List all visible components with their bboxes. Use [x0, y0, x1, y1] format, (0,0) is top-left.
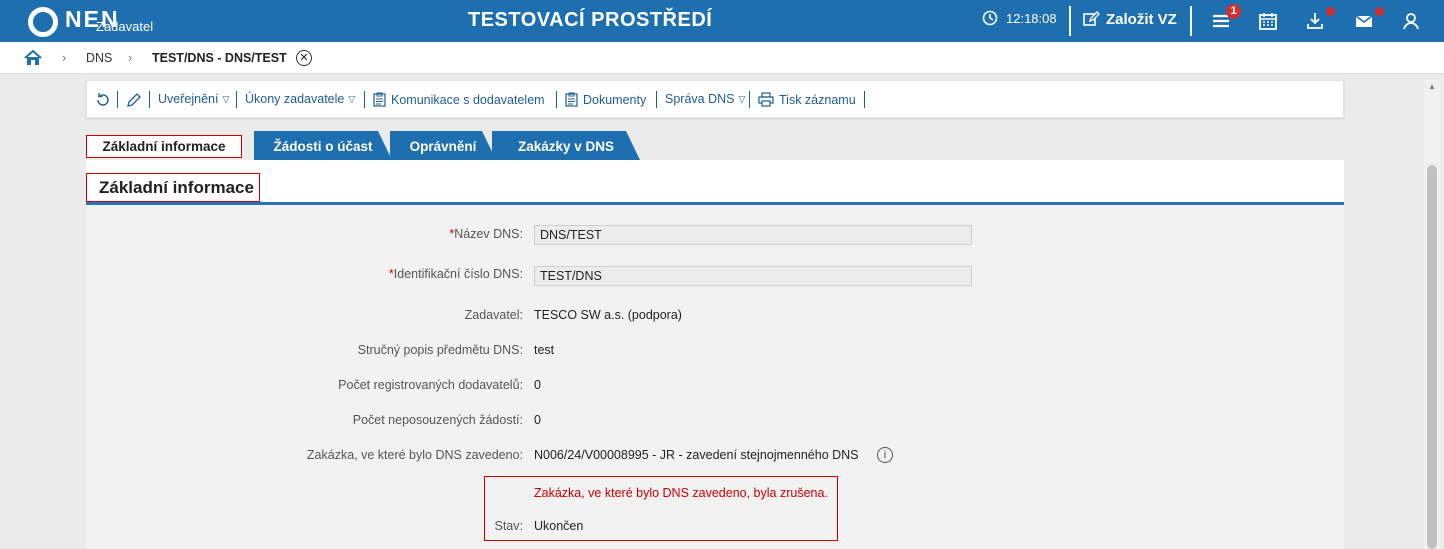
contracting-label: Zadavatel:	[464, 308, 523, 322]
create-tender-label: Založit VZ	[1106, 10, 1177, 28]
divider	[149, 91, 150, 108]
environment-title: TESTOVACÍ PROSTŘEDÍ	[468, 9, 713, 31]
close-icon[interactable]: ✕	[296, 50, 312, 66]
contract-value[interactable]: N006/24/V00008995 - JR - zavedení stejno…	[534, 448, 859, 462]
session-timer: 12:18:08	[982, 10, 1057, 26]
divider	[864, 91, 865, 108]
divider	[1069, 6, 1071, 36]
cancelled-warning: Zakázka, ve které bylo DNS zavedeno, byl…	[534, 486, 828, 500]
tab-permissions-label: Oprávnění	[409, 139, 477, 154]
divider	[556, 91, 557, 108]
section-header: Základní informace	[86, 160, 1344, 205]
caret-down-icon: ▽	[222, 93, 230, 104]
name-label-text: Název DNS:	[454, 227, 523, 241]
tab-permissions[interactable]: Oprávnění	[390, 131, 496, 160]
description-value: test	[534, 343, 555, 357]
contracting-value: TESCO SW a.s. (podpora)	[534, 308, 682, 322]
divider	[656, 91, 657, 108]
publish-label: Uveřejnění	[158, 92, 219, 106]
action-toolbar: Uveřejnění ▽ Úkony zadavatele ▽ Komunikace…	[86, 80, 1344, 118]
notification-badge: 1	[1226, 4, 1241, 19]
download-alert-dot	[1326, 7, 1335, 16]
id-label: *Identifikační číslo DNS:	[389, 267, 523, 281]
manage-dns-label: Správa DNS	[665, 92, 735, 106]
refresh-icon[interactable]	[95, 92, 111, 108]
pencil-icon[interactable]	[126, 92, 142, 108]
top-bar: NEN Zadavatel TESTOVACÍ PROSTŘEDÍ 12:18:…	[0, 0, 1444, 42]
name-label: *Název DNS:	[449, 227, 523, 241]
actions-label: Úkony zadavatele	[245, 92, 345, 106]
create-tender-button[interactable]: Založit VZ	[1082, 10, 1177, 28]
tab-applications[interactable]: Žádosti o účast	[254, 131, 392, 160]
registered-value: 0	[534, 378, 541, 392]
time-text: 12:18:08	[1006, 10, 1057, 26]
communication-label: Komunikace s dodavatelem	[391, 92, 545, 107]
registered-label: Počet registrovaných dodavatelů:	[338, 378, 523, 392]
tab-basic-info[interactable]: Základní informace	[86, 135, 242, 158]
user-icon[interactable]	[1400, 10, 1422, 32]
printer-icon	[758, 92, 774, 107]
calendar-icon[interactable]	[1257, 10, 1279, 32]
divider	[117, 91, 118, 108]
vertical-scrollbar[interactable]: ▲	[1424, 80, 1440, 549]
pending-label: Počet neposouzených žádostí:	[352, 413, 523, 427]
section-title: Základní informace	[86, 173, 260, 202]
detail-panel: Základní informace *Název DNS: DNS/TEST …	[86, 160, 1344, 549]
documents-button[interactable]: Dokumenty	[565, 92, 646, 107]
tab-contracts[interactable]: Zakázky v DNS	[492, 131, 640, 160]
divider	[1190, 6, 1192, 36]
chevron-right-icon: ›	[62, 51, 67, 65]
publish-menu[interactable]: Uveřejnění ▽	[158, 92, 229, 106]
contract-label: Zakázka, ve které bylo DNS zavedeno:	[306, 448, 523, 462]
logo-circle-icon	[28, 7, 58, 37]
chevron-right-icon: ›	[128, 51, 133, 65]
state-value: Ukončen	[534, 519, 584, 533]
actions-menu[interactable]: Úkony zadavatele ▽	[245, 92, 355, 106]
manage-dns-menu[interactable]: Správa DNS ▽	[665, 92, 745, 106]
mail-icon[interactable]	[1353, 10, 1375, 32]
mail-alert-dot	[1375, 7, 1384, 16]
caret-down-icon: ▽	[348, 93, 356, 104]
divider	[236, 91, 237, 108]
breadcrumb-current: TEST/DNS - DNS/TEST	[152, 51, 287, 65]
clock-icon	[982, 10, 998, 26]
role-label: Zadavatel	[96, 19, 154, 34]
breadcrumb: › DNS › TEST/DNS - DNS/TEST ✕	[0, 42, 1444, 74]
documents-label: Dokumenty	[583, 92, 647, 107]
divider	[749, 91, 750, 108]
pending-value: 0	[534, 413, 541, 427]
home-icon[interactable]	[24, 50, 42, 66]
divider	[364, 91, 365, 108]
caret-down-icon: ▽	[738, 93, 746, 104]
clipboard-icon	[565, 92, 578, 107]
print-label: Tisk záznamu	[779, 92, 856, 107]
scrollbar-thumb[interactable]	[1427, 165, 1437, 549]
scroll-up-icon[interactable]: ▲	[1428, 82, 1436, 91]
communication-button[interactable]: Komunikace s dodavatelem	[373, 92, 545, 107]
id-field[interactable]: TEST/DNS	[534, 266, 972, 286]
info-icon[interactable]: i	[877, 447, 893, 463]
tab-applications-label: Žádosti o účast	[273, 139, 373, 154]
edit-icon	[1083, 11, 1100, 26]
description-label: Stručný popis předmětu DNS:	[357, 343, 523, 357]
tab-contracts-label: Zakázky v DNS	[517, 139, 615, 154]
print-button[interactable]: Tisk záznamu	[758, 92, 856, 107]
id-label-text: Identifikační číslo DNS:	[393, 267, 523, 281]
state-label: Stav:	[494, 519, 524, 533]
breadcrumb-dns[interactable]: DNS	[86, 51, 112, 65]
clipboard-icon	[373, 92, 386, 107]
name-field[interactable]: DNS/TEST	[534, 225, 972, 245]
download-icon[interactable]	[1304, 10, 1326, 32]
